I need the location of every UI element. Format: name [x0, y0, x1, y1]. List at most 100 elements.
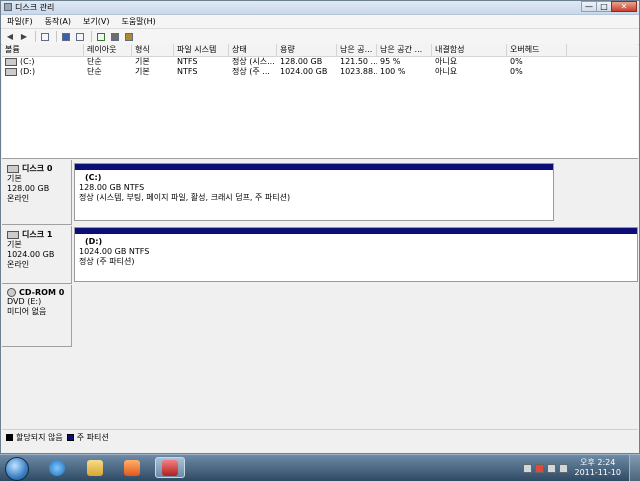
- toolbar: ◀ ▶: [1, 29, 639, 45]
- cell: 1023.88...: [337, 67, 377, 77]
- disk-icon: [7, 165, 19, 173]
- action-center-icon[interactable]: [535, 464, 544, 473]
- cell: 정상 (주 ...: [229, 67, 277, 77]
- maximize-button[interactable]: □: [596, 1, 612, 12]
- disk-0-label[interactable]: 디스크 0 기본 128.00 GB 온라인: [2, 160, 72, 225]
- close-button[interactable]: ✕: [611, 1, 637, 12]
- unallocated-swatch: [6, 434, 13, 441]
- help-icon[interactable]: [60, 31, 72, 42]
- app-icon: [4, 3, 12, 11]
- menu-view[interactable]: 보기(V): [77, 16, 115, 27]
- cell: 1024.00 GB: [277, 67, 337, 77]
- volume-name: (C:): [2, 57, 84, 67]
- legend-unallocated: 할당되지 않음: [16, 432, 63, 443]
- disk-name: CD-ROM 0: [19, 288, 64, 297]
- menu-file[interactable]: 파일(F): [1, 16, 39, 27]
- drive-icon: [5, 58, 17, 66]
- col-status[interactable]: 상태: [229, 44, 277, 56]
- disk-management-window: 디스크 관리 — □ ✕ 파일(F) 동작(A) 보기(V) 도움말(H) ◀ …: [0, 0, 640, 454]
- disk-size: 128.00 GB: [7, 184, 71, 194]
- show-desktop-button[interactable]: [629, 455, 640, 481]
- forward-icon[interactable]: ▶: [18, 31, 30, 42]
- col-percent-free[interactable]: 남은 공간 ...: [377, 44, 432, 56]
- primary-partition-bar: [75, 164, 553, 170]
- cell: 기본: [132, 57, 174, 67]
- clock-time: 오후 2:24: [575, 458, 622, 468]
- col-fault-tolerance[interactable]: 내결함성: [432, 44, 507, 56]
- disk-size: 1024.00 GB: [7, 250, 71, 260]
- cell: 95 %: [377, 57, 432, 67]
- internet-explorer-icon[interactable]: [42, 457, 72, 478]
- disk-name: 디스크 1: [22, 230, 52, 239]
- explorer-icon[interactable]: [80, 457, 110, 478]
- media-player-icon[interactable]: [117, 457, 147, 478]
- cdrom-0-label[interactable]: CD-ROM 0 DVD (E:) 미디어 없음: [2, 285, 72, 347]
- cell: 아니요: [432, 57, 507, 67]
- cell: 기본: [132, 67, 174, 77]
- cell: NTFS: [174, 67, 229, 77]
- legend: 할당되지 않음 주 파티션: [2, 429, 638, 444]
- partition-fs: 128.00 GB NTFS: [75, 183, 553, 193]
- settings-icon[interactable]: [123, 31, 135, 42]
- cell: 100 %: [377, 67, 432, 77]
- network-icon[interactable]: [547, 464, 556, 473]
- cell: 정상 (시스...: [229, 57, 277, 67]
- primary-partition-bar: [75, 228, 637, 234]
- disk-type: 기본: [7, 240, 71, 250]
- partition-c[interactable]: (C:) 128.00 GB NTFS 정상 (시스템, 부팅, 페이지 파일,…: [74, 163, 554, 221]
- disk-icon: [7, 231, 19, 239]
- cell: 아니요: [432, 67, 507, 77]
- disk-type: DVD (E:): [7, 297, 71, 307]
- title-bar[interactable]: 디스크 관리 — □ ✕: [1, 1, 639, 15]
- volume-icon[interactable]: [559, 464, 568, 473]
- legend-primary: 주 파티션: [77, 432, 109, 443]
- toolbar-separator: [91, 31, 92, 42]
- menu-action[interactable]: 동작(A): [39, 16, 77, 27]
- cell: 121.50 ...: [337, 57, 377, 67]
- disk-name: 디스크 0: [22, 164, 52, 173]
- volume-list-header: 볼륨 레이아웃 형식 파일 시스템 상태 용량 남은 공... 남은 공간 ..…: [2, 44, 638, 57]
- volume-list: 볼륨 레이아웃 형식 파일 시스템 상태 용량 남은 공... 남은 공간 ..…: [2, 44, 638, 159]
- disk-1-label[interactable]: 디스크 1 기본 1024.00 GB 온라인: [2, 226, 72, 284]
- back-icon[interactable]: ◀: [4, 31, 16, 42]
- menu-help[interactable]: 도움말(H): [115, 16, 161, 27]
- start-button[interactable]: [5, 457, 29, 481]
- disk-map: 디스크 0 기본 128.00 GB 온라인 (C:) 128.00 GB NT…: [2, 160, 638, 428]
- col-capacity[interactable]: 용량: [277, 44, 337, 56]
- console-tree-icon[interactable]: [39, 31, 51, 42]
- clock[interactable]: 오후 2:24 2011-11-10: [575, 458, 622, 478]
- partition-d[interactable]: (D:) 1024.00 GB NTFS 정상 (주 파티션): [74, 227, 638, 282]
- computer-management-icon[interactable]: [155, 457, 185, 478]
- cell: 0%: [507, 57, 567, 67]
- partition-status: 정상 (주 파티션): [75, 257, 637, 267]
- partition-label: (C:): [75, 173, 553, 183]
- cell: 단순: [84, 57, 132, 67]
- taskbar: 오후 2:24 2011-11-10: [0, 454, 640, 481]
- cell: 단순: [84, 67, 132, 77]
- refresh-icon[interactable]: [109, 31, 121, 42]
- col-volume[interactable]: 볼륨: [2, 44, 84, 56]
- col-filesystem[interactable]: 파일 시스템: [174, 44, 229, 56]
- table-row[interactable]: (D:) 단순 기본 NTFS 정상 (주 ... 1024.00 GB 102…: [2, 67, 638, 77]
- toolbar-separator: [56, 31, 57, 42]
- cell: NTFS: [174, 57, 229, 67]
- minimize-button[interactable]: —: [581, 1, 597, 12]
- toolbar-separator: [35, 31, 36, 42]
- disk-status: 미디어 없음: [7, 307, 71, 317]
- view-icon[interactable]: [74, 31, 86, 42]
- volume-name: (D:): [2, 67, 84, 77]
- drive-icon: [5, 68, 17, 76]
- partition-status: 정상 (시스템, 부팅, 페이지 파일, 활성, 크래시 덤프, 주 파티션): [75, 193, 553, 203]
- col-layout[interactable]: 레이아웃: [84, 44, 132, 56]
- show-hidden-icons-icon[interactable]: [523, 464, 532, 473]
- cell: 0%: [507, 67, 567, 77]
- disk-type: 기본: [7, 174, 71, 184]
- col-free-space[interactable]: 남은 공...: [337, 44, 377, 56]
- col-type[interactable]: 형식: [132, 44, 174, 56]
- menu-bar: 파일(F) 동작(A) 보기(V) 도움말(H): [1, 15, 639, 29]
- disk-status: 온라인: [7, 260, 71, 270]
- clock-date: 2011-11-10: [575, 468, 622, 478]
- table-row[interactable]: (C:) 단순 기본 NTFS 정상 (시스... 128.00 GB 121.…: [2, 57, 638, 67]
- disk-properties-icon[interactable]: [95, 31, 107, 42]
- col-overhead[interactable]: 오버헤드: [507, 44, 567, 56]
